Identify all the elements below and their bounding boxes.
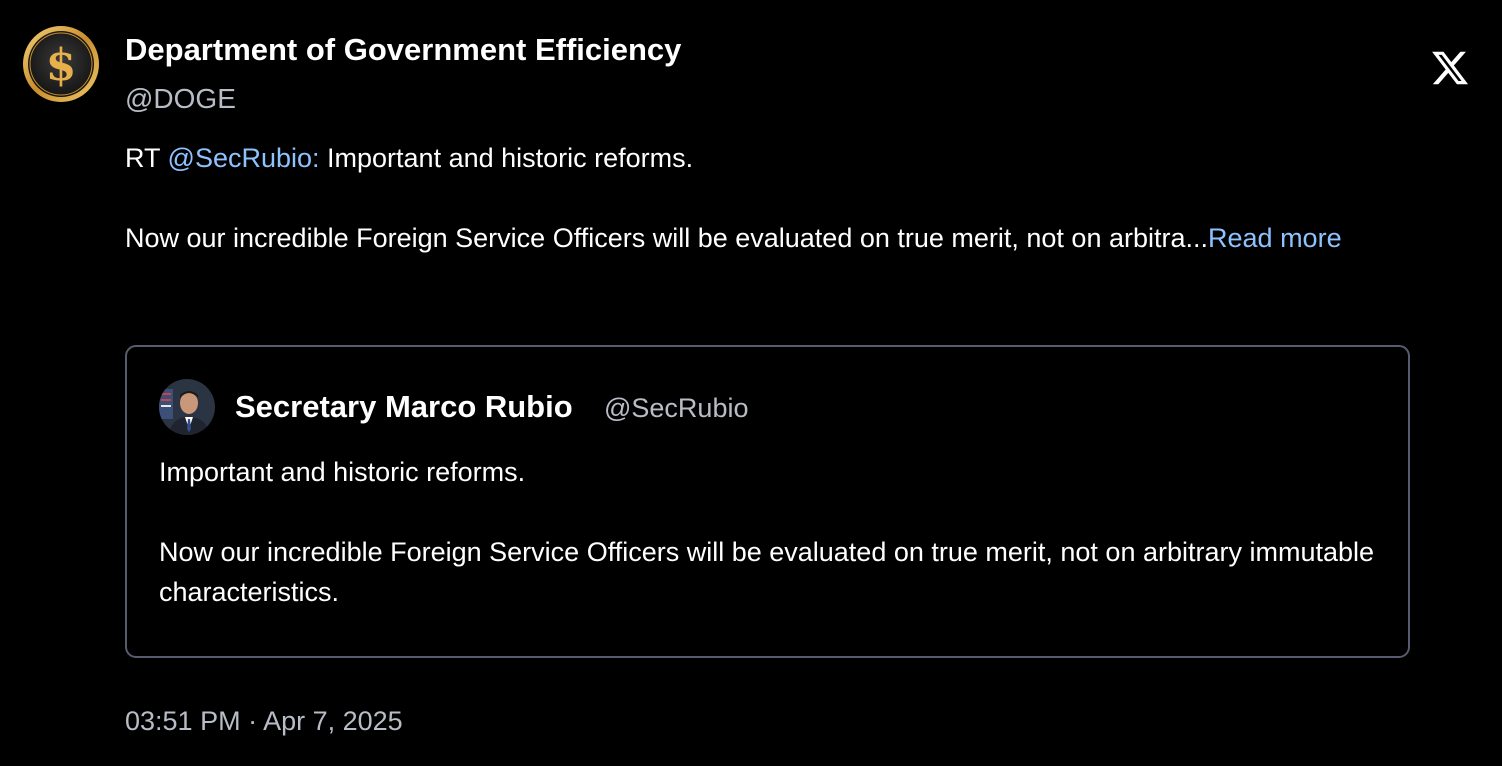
read-more-link[interactable]: Read more xyxy=(1208,223,1342,253)
quoted-paragraph-1: Important and historic reforms. xyxy=(159,457,526,487)
portrait-avatar-icon xyxy=(159,379,215,435)
mention-link[interactable]: @SecRubio: xyxy=(168,143,320,173)
quoted-paragraph-2: Now our incredible Foreign Service Offic… xyxy=(159,537,1375,607)
post-line-2: Now our incredible Foreign Service Offic… xyxy=(125,218,1415,258)
quoted-avatar[interactable] xyxy=(159,379,215,435)
quoted-display-name[interactable]: Secretary Marco Rubio xyxy=(235,387,573,427)
retweet-prefix: RT xyxy=(125,143,168,173)
post-line-2-text: Now our incredible Foreign Service Offic… xyxy=(125,223,1209,253)
dollar-coin-icon: $ xyxy=(23,26,99,102)
post-text: RT @SecRubio: Important and historic ref… xyxy=(125,138,1415,258)
author-avatar[interactable]: $ xyxy=(22,25,100,103)
quoted-text: Important and historic reforms. Now our … xyxy=(159,452,1379,612)
post-line-1-text: Important and historic reforms. xyxy=(319,143,694,173)
post-line-1: RT @SecRubio: Important and historic ref… xyxy=(125,138,1415,178)
post-timestamp[interactable]: 03:51 PM · Apr 7, 2025 xyxy=(125,701,403,741)
quoted-tweet-card[interactable]: Secretary Marco Rubio @SecRubio Importan… xyxy=(125,345,1410,658)
quoted-handle[interactable]: @SecRubio xyxy=(604,389,748,427)
author-handle[interactable]: @DOGE xyxy=(125,80,236,118)
x-logo-icon[interactable] xyxy=(1430,48,1470,88)
svg-text:$: $ xyxy=(46,40,77,91)
author-display-name[interactable]: Department of Government Efficiency xyxy=(125,30,681,70)
